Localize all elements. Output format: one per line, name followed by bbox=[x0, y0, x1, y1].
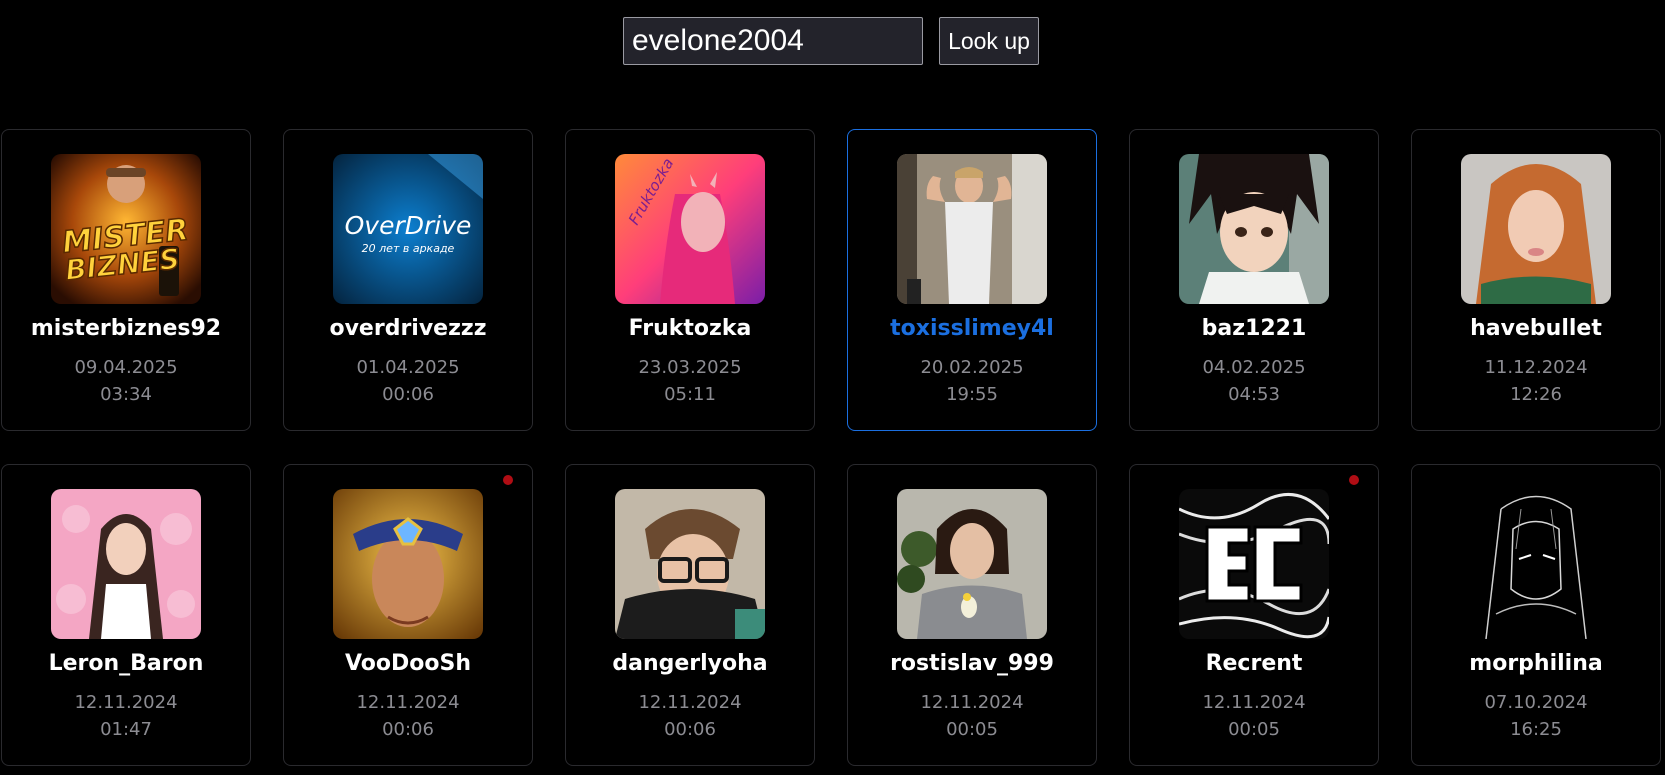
channel-name: dangerlyoha bbox=[612, 651, 768, 676]
channel-grid: MISTER BIZNES misterbiznes92 09.04.2025 … bbox=[1, 129, 1661, 766]
channel-card-leron-baron[interactable]: Leron_Baron 12.11.2024 01:47 bbox=[1, 464, 251, 766]
avatar-baz1221 bbox=[1179, 154, 1329, 304]
channel-time: 04:53 bbox=[1228, 384, 1280, 405]
channel-time: 16:25 bbox=[1510, 719, 1562, 740]
channel-date: 11.12.2024 bbox=[1484, 357, 1588, 378]
channel-card-fruktozka[interactable]: Fruktozka Fruktozka 23.03.2025 05:11 bbox=[565, 129, 815, 431]
channel-name: morphilina bbox=[1469, 651, 1603, 676]
search-bar: Look up bbox=[623, 17, 1039, 65]
channel-card-recrent[interactable]: Recrent 12.11.2024 00:05 bbox=[1129, 464, 1379, 766]
channel-time: 00:06 bbox=[664, 719, 716, 740]
avatar-havebullet bbox=[1461, 154, 1611, 304]
avatar-toxisslimey4l bbox=[897, 154, 1047, 304]
channel-time: 19:55 bbox=[946, 384, 998, 405]
channel-time: 00:05 bbox=[1228, 719, 1280, 740]
channel-card-voodoosh[interactable]: VooDooSh 12.11.2024 00:06 bbox=[283, 464, 533, 766]
channel-date: 12.11.2024 bbox=[356, 692, 460, 713]
channel-card-toxisslimey4l[interactable]: toxisslimey4l 20.02.2025 19:55 bbox=[847, 129, 1097, 431]
channel-time: 00:06 bbox=[382, 384, 434, 405]
channel-name: rostislav_999 bbox=[890, 651, 1054, 676]
avatar-leron-baron bbox=[51, 489, 201, 639]
avatar-overdrivezzz: OverDrive 20 лет в аркаде bbox=[333, 154, 483, 304]
channel-date: 01.04.2025 bbox=[356, 357, 460, 378]
channel-name: Fruktozka bbox=[628, 316, 752, 341]
avatar-morphilina bbox=[1461, 489, 1611, 639]
channel-name: havebullet bbox=[1470, 316, 1602, 341]
channel-time: 05:11 bbox=[664, 384, 716, 405]
channel-date: 23.03.2025 bbox=[638, 357, 742, 378]
channel-date: 20.02.2025 bbox=[920, 357, 1024, 378]
username-search-input[interactable] bbox=[623, 17, 923, 65]
live-indicator-icon bbox=[1349, 475, 1359, 485]
look-up-button[interactable]: Look up bbox=[939, 17, 1039, 65]
avatar-overdrivezzz-text-1: OverDrive bbox=[345, 211, 472, 240]
avatar-overdrivezzz-text-2: 20 лет в аркаде bbox=[362, 242, 455, 255]
avatar-dangerlyoha bbox=[615, 489, 765, 639]
channel-date: 04.02.2025 bbox=[1202, 357, 1306, 378]
channel-card-rostislav-999[interactable]: rostislav_999 12.11.2024 00:05 bbox=[847, 464, 1097, 766]
avatar-misterbiznes92: MISTER BIZNES bbox=[51, 154, 201, 304]
channel-date: 12.11.2024 bbox=[74, 692, 178, 713]
channel-name: misterbiznes92 bbox=[30, 316, 222, 341]
avatar-voodoosh bbox=[333, 489, 483, 639]
avatar-rostislav-999 bbox=[897, 489, 1047, 639]
channel-name: baz1221 bbox=[1201, 316, 1307, 341]
channel-card-havebullet[interactable]: havebullet 11.12.2024 12:26 bbox=[1411, 129, 1661, 431]
channel-date: 12.11.2024 bbox=[638, 692, 742, 713]
channel-card-overdrivezzz[interactable]: OverDrive 20 лет в аркаде overdrivezzz 0… bbox=[283, 129, 533, 431]
channel-time: 00:06 bbox=[382, 719, 434, 740]
channel-card-morphilina[interactable]: morphilina 07.10.2024 16:25 bbox=[1411, 464, 1661, 766]
channel-date: 12.11.2024 bbox=[920, 692, 1024, 713]
live-indicator-icon bbox=[503, 475, 513, 485]
channel-name: toxisslimey4l bbox=[890, 316, 1054, 341]
channel-date: 12.11.2024 bbox=[1202, 692, 1306, 713]
avatar-fruktozka: Fruktozka bbox=[615, 154, 765, 304]
channel-name: Recrent bbox=[1205, 651, 1303, 676]
channel-card-baz1221[interactable]: baz1221 04.02.2025 04:53 bbox=[1129, 129, 1379, 431]
channel-time: 12:26 bbox=[1510, 384, 1562, 405]
channel-name: VooDooSh bbox=[344, 651, 472, 676]
channel-date: 07.10.2024 bbox=[1484, 692, 1588, 713]
channel-date: 09.04.2025 bbox=[74, 357, 178, 378]
channel-time: 01:47 bbox=[100, 719, 152, 740]
channel-name: Leron_Baron bbox=[48, 651, 204, 676]
avatar-recrent bbox=[1179, 489, 1329, 639]
channel-card-misterbiznes92[interactable]: MISTER BIZNES misterbiznes92 09.04.2025 … bbox=[1, 129, 251, 431]
channel-card-dangerlyoha[interactable]: dangerlyoha 12.11.2024 00:06 bbox=[565, 464, 815, 766]
channel-time: 00:05 bbox=[946, 719, 998, 740]
channel-time: 03:34 bbox=[100, 384, 152, 405]
channel-name: overdrivezzz bbox=[329, 316, 487, 341]
